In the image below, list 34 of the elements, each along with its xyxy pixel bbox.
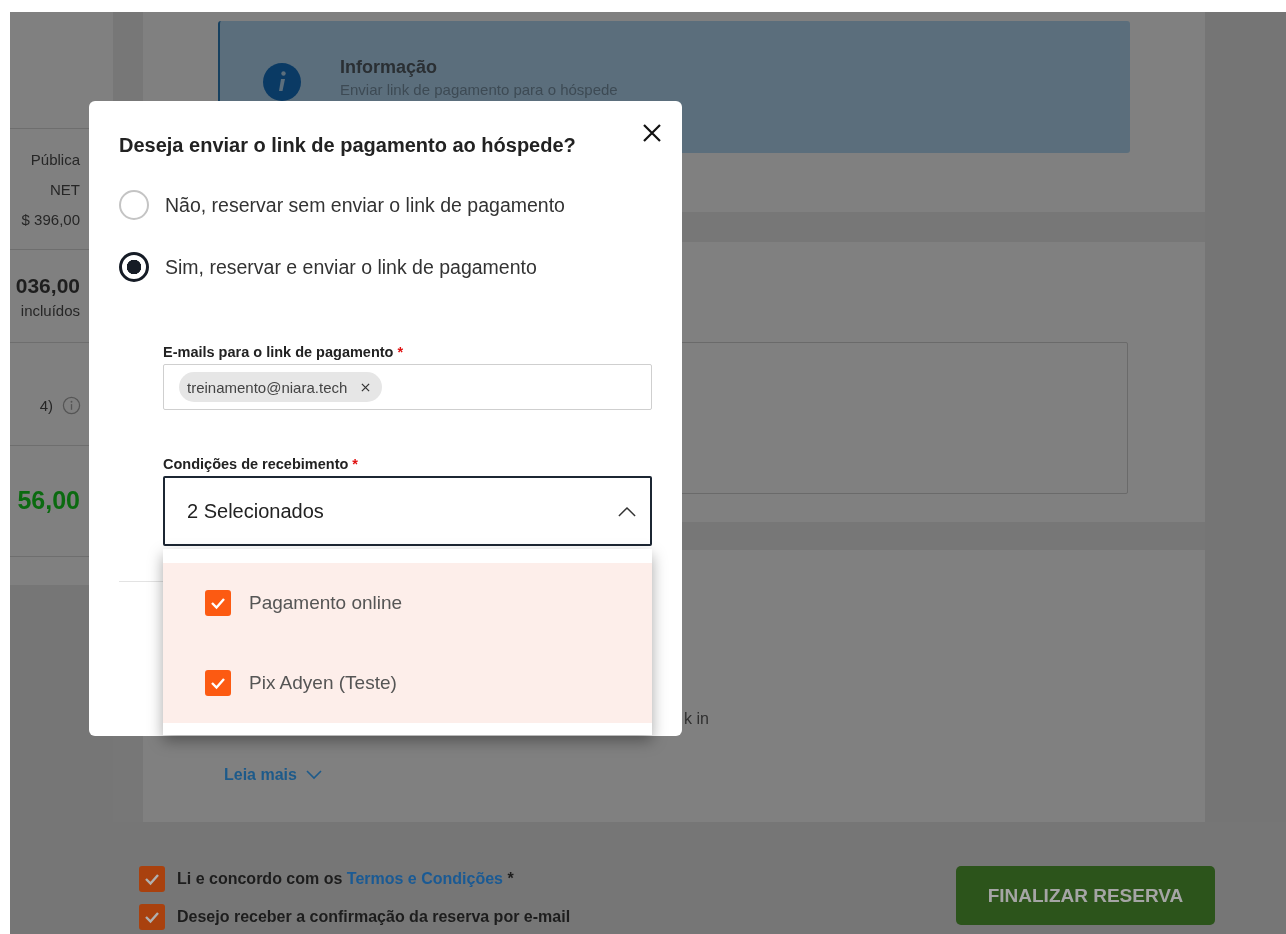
summary-text: 4) [39,396,53,415]
field-label: Condições de recebimento [163,456,349,472]
info-icon [62,396,81,415]
checkbox[interactable] [205,670,231,696]
required-mark: * [352,456,358,472]
dropdown-option[interactable]: Pix Adyen (Teste) [163,643,652,723]
remove-icon[interactable] [361,382,371,392]
price-amount: 036,00 [15,274,80,298]
radio-button[interactable] [119,252,149,282]
summary-text: incluídos [20,302,80,320]
checkbox[interactable] [139,866,165,892]
chevron-down-icon [305,770,322,780]
required-mark: * [397,344,404,360]
policy-text: k in [684,710,709,728]
summary-text: $ 396,00 [21,211,80,229]
radio-label[interactable]: Não, reservar sem enviar o link de pagamento [165,193,565,217]
email-text: treinamento@niara.tech [187,378,348,396]
info-icon [262,62,302,102]
dialog-title: Deseja enviar o link de pagamento ao hóspede? [119,133,577,158]
summary-text: Pública [30,151,80,169]
email-field[interactable]: treinamento@niara.tech [163,364,652,410]
dropdown-option[interactable]: Pagamento online [163,563,652,643]
radio-label[interactable]: Sim, reservar e enviar o link de pagamento [165,255,537,279]
conditions-select[interactable]: 2 Selecionados [163,476,652,546]
checkbox[interactable] [139,904,165,930]
checkbox[interactable] [205,590,231,616]
field-label: E-mails para o link de pagamento [163,344,394,360]
finish-booking-button[interactable]: FINALIZAR RESERVA [956,866,1215,925]
agreement-text: Li e concordo com os Termos e Condições * [177,870,514,888]
close-icon[interactable] [642,123,662,143]
info-title: Informação [340,57,439,78]
summary-text: NET [50,181,80,199]
agreement-text: Desejo receber a confirmação da reserva por e-mail [177,908,571,926]
total-amount: 56,00 [17,485,80,516]
